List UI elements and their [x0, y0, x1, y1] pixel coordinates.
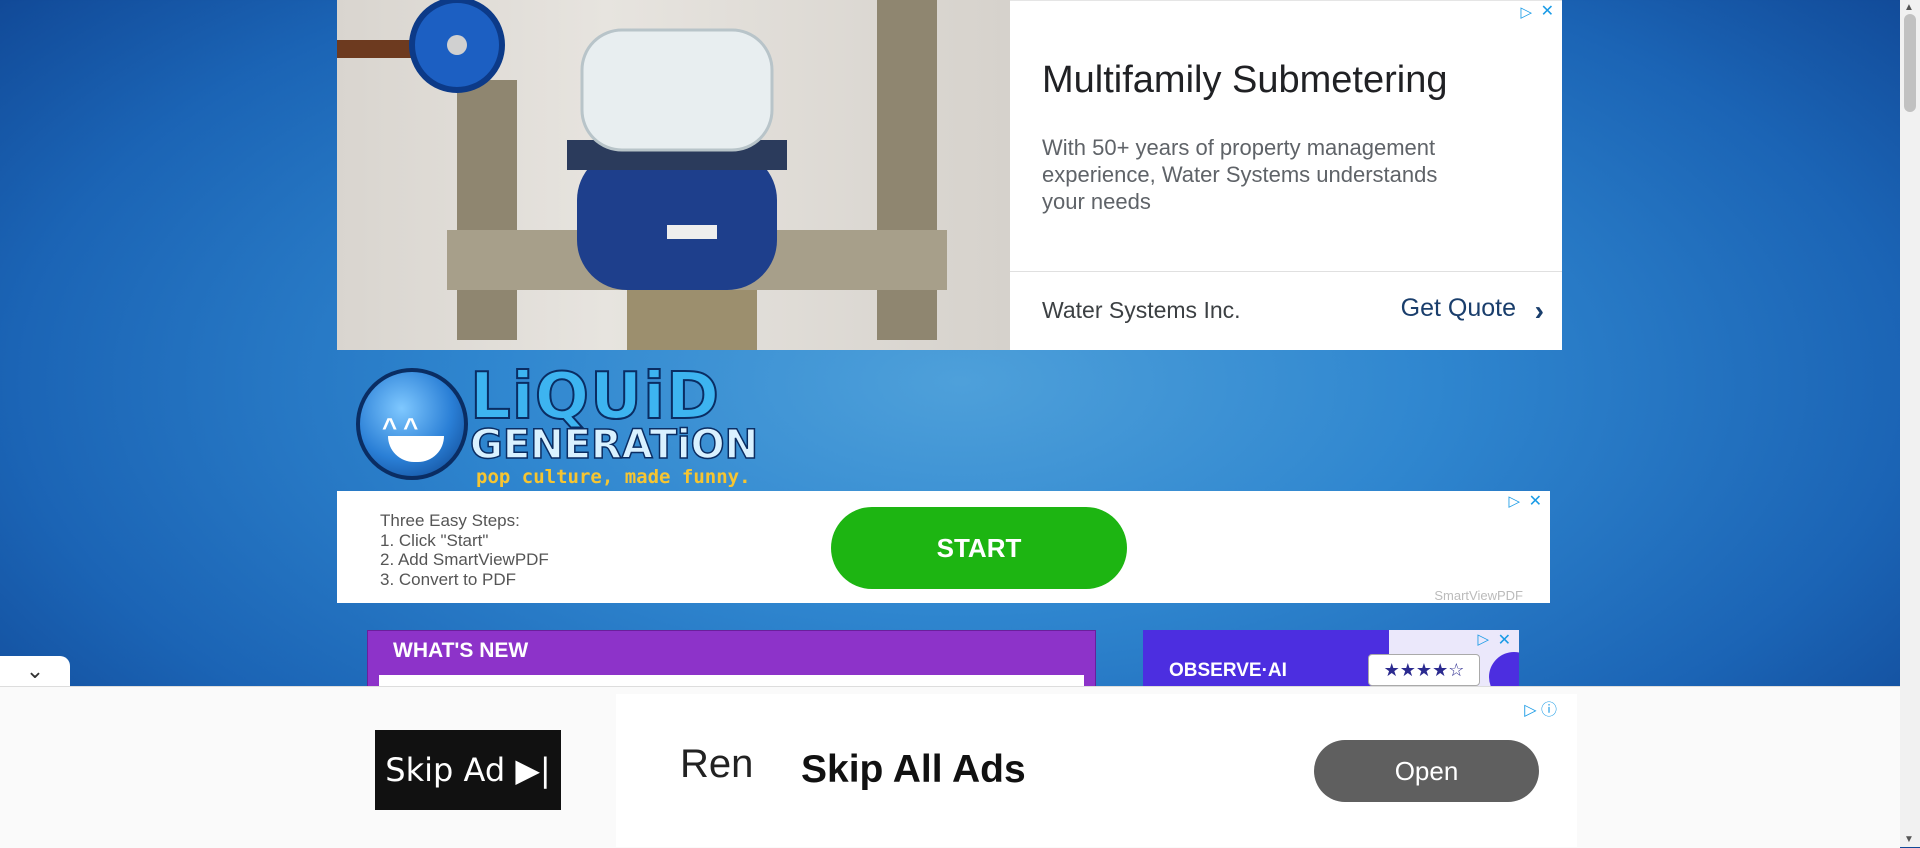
get-quote-button[interactable]: Get Quote: [1401, 294, 1516, 323]
ad-headline[interactable]: Multifamily Submetering: [1042, 59, 1447, 102]
close-icon[interactable]: ✕: [1529, 491, 1542, 511]
ad-brand: SmartViewPDF: [1434, 588, 1523, 603]
observe-ai-logo: OBSERVE·AI: [1169, 660, 1287, 681]
smiley-mascot-icon: ^^: [356, 368, 468, 480]
logo-word-generation: GENERATiON: [469, 421, 759, 469]
close-icon[interactable]: ✕: [1541, 1, 1554, 21]
step-line: 1. Click "Start": [380, 530, 489, 550]
adchoices-icon[interactable]: ▷ ⓘ: [1524, 696, 1557, 720]
adchoices-icon[interactable]: ▷: [1508, 492, 1520, 510]
adchoices-icon[interactable]: ▷: [1520, 3, 1532, 21]
step-line: 3. Convert to PDF: [380, 569, 517, 589]
chevron-down-icon[interactable]: ⌄: [26, 658, 44, 684]
step-line: Three Easy Steps:: [380, 511, 520, 530]
observe-ai-ad[interactable]: ▷ ✕ OBSERVE·AI ★★★★☆: [1143, 630, 1519, 686]
ad-steps: Three Easy Steps: 1. Click "Start" 2. Ad…: [380, 511, 549, 589]
logo-tagline: pop culture, made funny.: [476, 466, 751, 488]
water-meter-illustration: [337, 0, 947, 350]
star-rating: ★★★★☆: [1368, 654, 1480, 686]
smartviewpdf-ad[interactable]: ▷ ✕ Three Easy Steps: 1. Click "Start" 2…: [337, 491, 1550, 603]
scroll-up-arrow-icon[interactable]: ▲: [1904, 2, 1914, 13]
vertical-scrollbar[interactable]: ▲ ▼: [1900, 0, 1920, 847]
bottom-anchor-ad[interactable]: Skip Ad ▶| Ren Skip All Ads Open ▷ ⓘ: [321, 694, 1577, 847]
ad-headline[interactable]: Skip All Ads: [801, 748, 1026, 792]
whats-new-header: WHAT'S NEW: [393, 639, 529, 662]
site-logo[interactable]: ^^ LiQUiD GENERATiON pop culture, made f…: [352, 356, 759, 488]
ad-copy[interactable]: ▷ ✕ Multifamily Submetering With 50+ yea…: [1010, 0, 1562, 350]
adchoices-icon[interactable]: ▷: [1477, 630, 1489, 648]
top-display-ad[interactable]: ▷ ✕ Multifamily Submetering With 50+ yea…: [337, 0, 1562, 350]
water-meter-image[interactable]: [337, 0, 1010, 350]
chevron-right-icon[interactable]: ›: [1535, 295, 1544, 327]
close-icon[interactable]: ✕: [1498, 630, 1511, 650]
open-button[interactable]: Open: [1314, 740, 1539, 802]
step-line: 2. Add SmartViewPDF: [380, 550, 549, 569]
scrollbar-thumb[interactable]: [1904, 14, 1916, 112]
ad-description: With 50+ years of property management ex…: [1042, 135, 1438, 214]
divider: [1010, 271, 1562, 272]
advertiser-name[interactable]: Water Systems Inc.: [1042, 297, 1241, 324]
scroll-down-arrow-icon[interactable]: ▼: [1904, 834, 1914, 845]
start-button[interactable]: START: [831, 507, 1127, 589]
ad-partial-text: Ren: [680, 742, 754, 786]
collapse-ad-button[interactable]: ⌄: [0, 656, 70, 686]
skip-ad-button[interactable]: Skip Ad ▶|: [375, 730, 561, 810]
whats-new-panel: WHAT'S NEW: [367, 630, 1096, 695]
